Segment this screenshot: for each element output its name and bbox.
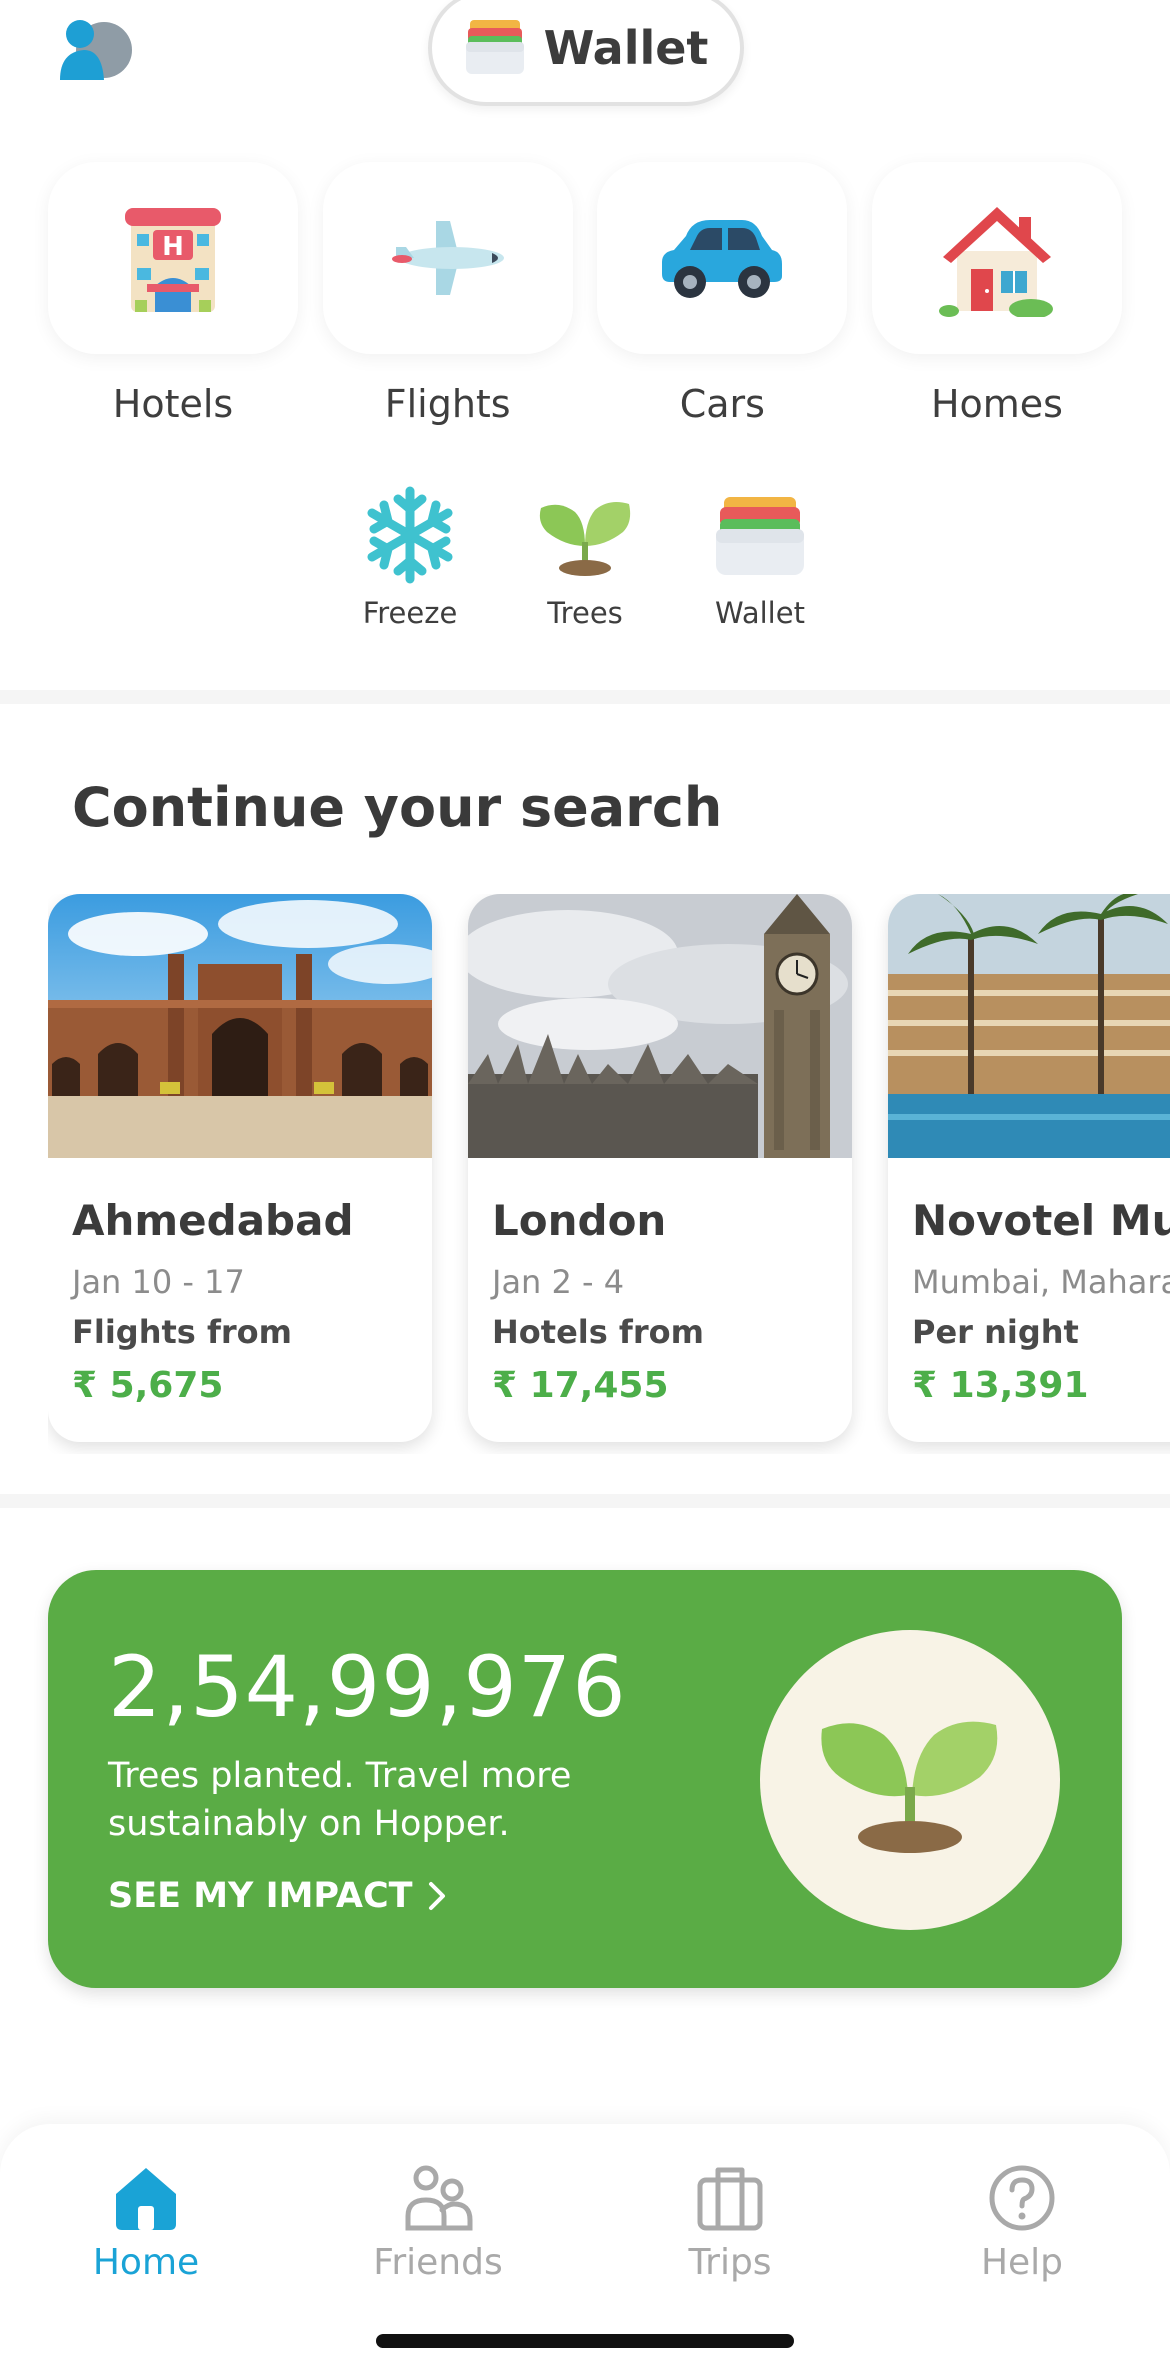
card-photo-novotel	[888, 894, 1170, 1158]
tab-friends[interactable]: Friends	[338, 2164, 538, 2283]
tab-label: Home	[92, 2242, 200, 2283]
homes-tile[interactable]	[871, 162, 1122, 354]
card-kind: Hotels from	[492, 1313, 704, 1351]
wallet-button[interactable]: Wallet	[428, 0, 744, 106]
see-my-impact-link[interactable]: SEE MY IMPACT	[108, 1876, 447, 1916]
search-card-novotel[interactable]: Novotel Mumbai Mumbai, Maharashtra Per n…	[888, 894, 1170, 1442]
card-price: ₹ 17,455	[492, 1365, 669, 1406]
category-label: Flights	[384, 382, 511, 426]
section-divider	[0, 690, 1170, 704]
tab-help[interactable]: Help	[922, 2164, 1122, 2283]
category-tiles: H Hotels Flights Cars Homes	[48, 162, 1122, 426]
category-cars[interactable]: Cars	[597, 162, 848, 426]
card-dates: Jan 10 - 17	[72, 1263, 245, 1301]
recent-search-carousel[interactable]: Ahmedabad Jan 10 - 17 Flights from ₹ 5,6…	[48, 894, 1170, 1454]
category-label: Hotels	[112, 382, 234, 426]
wallet-icon	[716, 497, 804, 575]
quick-link-label: Trees	[547, 596, 623, 630]
tab-trips[interactable]: Trips	[630, 2164, 830, 2283]
card-dates: Mumbai, Maharashtra	[912, 1263, 1170, 1301]
trees-planted-count: 2,54,99,976	[108, 1638, 627, 1736]
chevron-right-icon	[428, 1882, 445, 1910]
house-icon	[938, 207, 1053, 317]
card-title: London	[492, 1196, 667, 1245]
impact-banner[interactable]: 2,54,99,976 Trees planted. Travel more s…	[48, 1570, 1122, 1988]
card-title: Novotel Mumbai	[912, 1196, 1170, 1245]
home-icon	[116, 2168, 176, 2230]
tab-label: Friends	[373, 2242, 503, 2283]
snowflake-icon	[367, 486, 453, 584]
quick-link-label: Freeze	[362, 596, 458, 630]
quick-link-trees[interactable]: Trees	[528, 480, 643, 630]
sprout-icon	[821, 1721, 998, 1853]
card-photo-ahmedabad	[48, 894, 432, 1158]
quick-link-freeze[interactable]: Freeze	[353, 480, 468, 630]
quick-link-wallet[interactable]: Wallet	[703, 480, 818, 630]
card-title: Ahmedabad	[72, 1196, 354, 1245]
profile-avatar[interactable]	[58, 16, 134, 80]
sprout-icon	[539, 502, 631, 576]
wallet-label: Wallet	[543, 21, 709, 75]
help-icon	[989, 2165, 1055, 2231]
quick-link-label: Wallet	[715, 596, 805, 630]
category-hotels[interactable]: H Hotels	[48, 162, 298, 426]
category-label: Cars	[679, 382, 765, 426]
category-homes[interactable]: Homes	[871, 162, 1122, 426]
wallet-icon	[464, 16, 526, 80]
cars-tile[interactable]	[597, 162, 848, 354]
search-card-london[interactable]: London Jan 2 - 4 Hotels from ₹ 17,455	[468, 894, 852, 1442]
section-divider	[0, 1494, 1170, 1508]
card-kind: Per night	[912, 1313, 1079, 1351]
top-header: Wallet	[0, 0, 1170, 130]
card-price: ₹ 5,675	[72, 1365, 224, 1406]
tab-home[interactable]: Home	[46, 2164, 246, 2283]
category-label: Homes	[930, 382, 1063, 426]
section-title: Continue your search	[72, 776, 723, 839]
impact-description: Trees planted. Travel more sustainably o…	[108, 1756, 572, 1844]
tab-label: Help	[980, 2242, 1064, 2283]
friends-icon	[405, 2165, 473, 2231]
card-dates: Jan 2 - 4	[492, 1263, 625, 1301]
suitcase-icon	[697, 2167, 763, 2231]
hotels-tile[interactable]: H	[48, 162, 298, 354]
sprout-badge	[760, 1630, 1060, 1930]
flights-tile[interactable]	[322, 162, 573, 354]
card-price: ₹ 13,391	[912, 1365, 1089, 1406]
card-kind: Flights from	[72, 1313, 292, 1351]
hotel-icon: H	[125, 208, 221, 312]
cta-label: SEE MY IMPACT	[108, 1876, 413, 1916]
quick-links: Freeze Trees Wallet	[0, 480, 1170, 630]
svg-text:H: H	[162, 232, 184, 262]
card-photo-london	[468, 894, 852, 1158]
car-icon	[662, 220, 783, 298]
search-card-ahmedabad[interactable]: Ahmedabad Jan 10 - 17 Flights from ₹ 5,6…	[48, 894, 432, 1442]
category-flights[interactable]: Flights	[322, 162, 573, 426]
home-indicator[interactable]	[376, 2334, 794, 2348]
airplane-icon	[391, 221, 504, 295]
tab-label: Trips	[688, 2242, 772, 2283]
